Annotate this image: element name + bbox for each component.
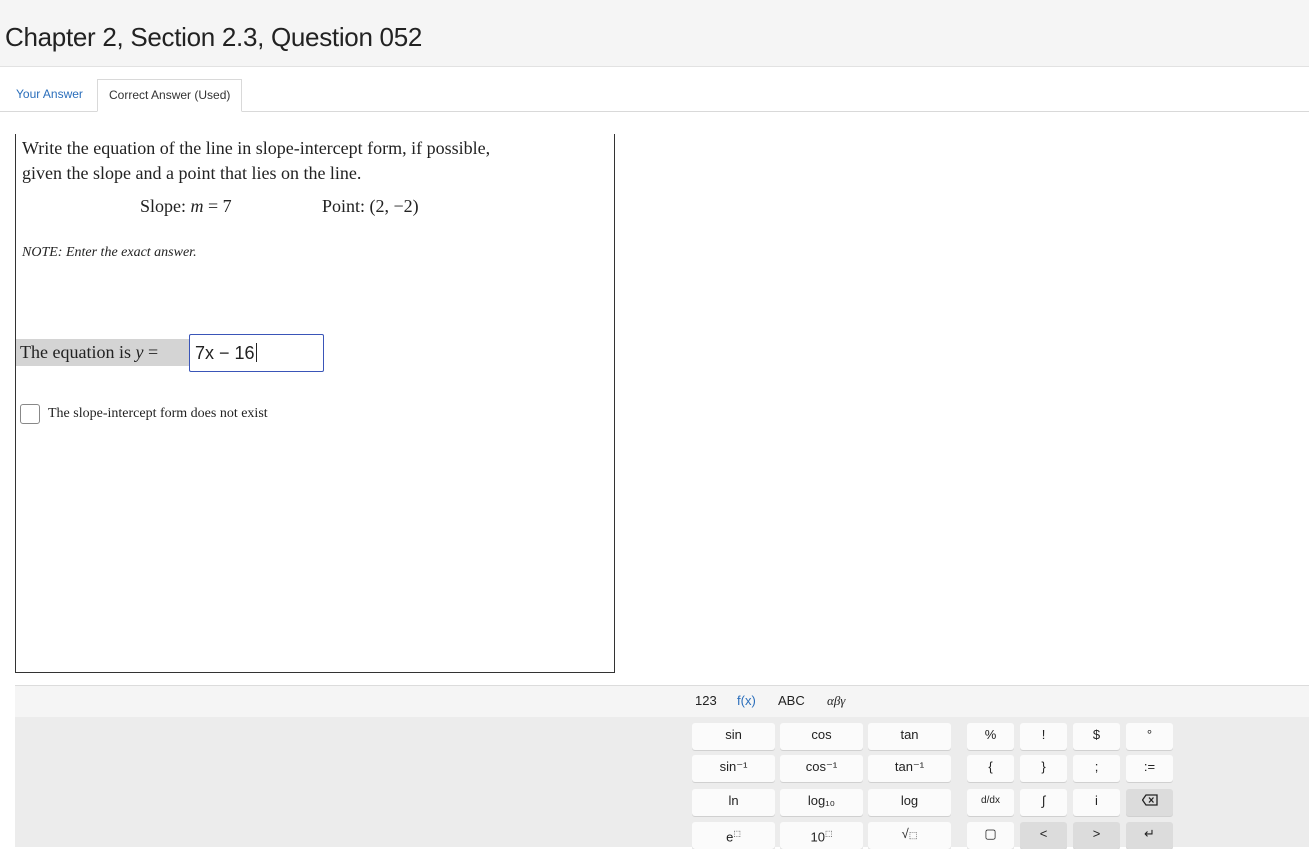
key-nth-root[interactable]: √⬚: [868, 822, 951, 849]
prompt-line-2: given the slope and a point that lies on…: [22, 163, 362, 183]
question-panel: Write the equation of the line in slope-…: [15, 134, 615, 673]
key-percent[interactable]: %: [967, 723, 1014, 750]
key-arccos[interactable]: cos⁻¹: [780, 755, 863, 782]
slope-given: Slope: m = 7: [140, 196, 232, 217]
key-log-base[interactable]: log: [868, 789, 951, 816]
question-prompt: Write the equation of the line in slope-…: [22, 136, 602, 186]
key-ln[interactable]: ln: [692, 789, 775, 816]
key-left-arrow[interactable]: <: [1020, 822, 1067, 849]
prompt-line-1: Write the equation of the line in slope-…: [22, 138, 491, 158]
slope-var: m: [190, 196, 204, 216]
keyboard-tab-greek[interactable]: αβγ: [827, 693, 845, 709]
key-right-arrow[interactable]: >: [1073, 822, 1120, 849]
virtual-keyboard: sin cos tan % ! $ ° sin⁻¹ cos⁻¹ tan⁻¹ { …: [15, 717, 1309, 849]
key-pow10-label: 10: [810, 829, 825, 845]
no-slope-intercept-checkbox[interactable]: [20, 404, 40, 424]
key-semicolon[interactable]: ;: [1073, 755, 1120, 782]
key-sin[interactable]: sin: [692, 723, 775, 750]
keyboard-tab-123[interactable]: 123: [695, 693, 717, 708]
key-cos[interactable]: cos: [780, 723, 863, 750]
backspace-icon: [1141, 793, 1158, 808]
key-subscript-box[interactable]: ▢: [967, 822, 1014, 849]
key-root-label: √: [901, 826, 909, 841]
tab-your-answer[interactable]: Your Answer: [5, 79, 94, 110]
page-title: Chapter 2, Section 2.3, Question 052: [5, 22, 423, 52]
key-pow10[interactable]: 10⬚: [780, 822, 863, 849]
tab-correct-answer[interactable]: Correct Answer (Used): [97, 79, 243, 112]
keyboard-tab-fx[interactable]: f(x): [737, 693, 756, 708]
key-dollar[interactable]: $: [1073, 723, 1120, 750]
equation-equals: =: [143, 342, 159, 362]
key-right-brace[interactable]: }: [1020, 755, 1067, 782]
key-derivative[interactable]: d/dx: [967, 789, 1014, 816]
key-assign[interactable]: :=: [1126, 755, 1173, 782]
keyboard-tab-bar: 123 f(x) ABC αβγ: [15, 685, 1309, 718]
slope-label: Slope:: [140, 196, 191, 216]
answer-value: 7x − 16: [195, 343, 255, 363]
key-log10[interactable]: log₁₀: [780, 789, 863, 816]
key-backspace[interactable]: [1126, 789, 1173, 816]
key-factorial[interactable]: !: [1020, 723, 1067, 750]
key-arcsin[interactable]: sin⁻¹: [692, 755, 775, 782]
text-caret: [255, 343, 257, 362]
point-label: Point:: [322, 196, 370, 216]
key-degree[interactable]: °: [1126, 723, 1173, 750]
keyboard-tab-abc[interactable]: ABC: [778, 693, 805, 708]
placeholder-icon: ⬚: [733, 829, 741, 838]
placeholder-icon: ⬚: [908, 830, 918, 840]
answer-input[interactable]: 7x − 16: [189, 334, 324, 372]
checkbox-label: The slope-intercept form does not exist: [48, 406, 268, 421]
key-arctan[interactable]: tan⁻¹: [868, 755, 951, 782]
page-header: Chapter 2, Section 2.3, Question 052: [0, 0, 1309, 67]
key-tan[interactable]: tan: [868, 723, 951, 750]
key-enter[interactable]: ↵: [1126, 822, 1173, 849]
point-given: Point: (2, −2): [322, 196, 419, 217]
key-imaginary[interactable]: i: [1073, 789, 1120, 816]
slope-value: = 7: [203, 196, 232, 216]
key-exp[interactable]: e⬚: [692, 822, 775, 849]
key-left-brace[interactable]: {: [967, 755, 1014, 782]
placeholder-icon: ⬚: [824, 829, 833, 838]
key-integral[interactable]: ∫: [1020, 789, 1067, 816]
answer-tabs: Your Answer Correct Answer (Used): [0, 79, 1309, 112]
note-text: NOTE: Enter the exact answer.: [22, 245, 197, 260]
equation-label-text: The equation is: [20, 342, 136, 362]
point-value: (2, −2): [369, 196, 419, 216]
equation-label: The equation is y =: [20, 342, 158, 363]
